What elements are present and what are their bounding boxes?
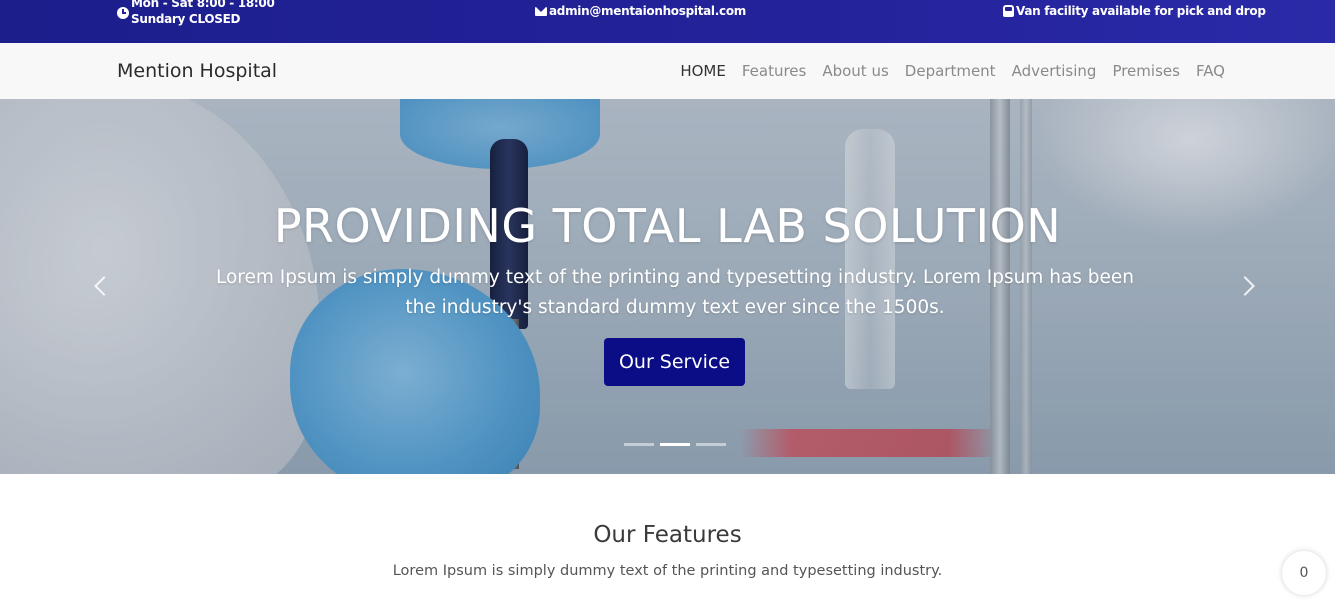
features-subtitle: Lorem Ipsum is simply dummy text of the … [392,563,943,579]
envelope-icon [535,6,547,16]
our-service-button[interactable]: Our Service [604,338,745,386]
nav-item-about-us[interactable]: About us [822,62,888,80]
van-text: Van facility available for pick and drop [1016,4,1266,18]
carousel-indicators [624,443,726,446]
hours-sunday: Sundary CLOSED [131,12,241,26]
hours-weekdays: Mon - Sat 8:00 - 18:00 [131,0,275,10]
email-text[interactable]: admin@mentaionhospital.com [549,4,746,18]
nav-item-features[interactable]: Features [742,62,807,80]
nav-links: HOME Features About us Department Advert… [680,62,1225,80]
van-facility: Van facility available for pick and drop [1003,4,1266,18]
main-navbar: Mention Hospital HOME Features About us … [0,43,1335,99]
counter-badge[interactable]: 0 [1282,551,1326,595]
features-title: Our Features [593,522,742,548]
contact-email[interactable]: admin@mentaionhospital.com [535,4,746,18]
nav-item-home[interactable]: HOME [680,62,726,80]
carousel-indicator-2[interactable] [660,443,690,446]
hero-title: PROVIDING TOTAL LAB SOLUTION [273,199,1062,253]
top-info-bar: Mon - Sat 8:00 - 18:00 Sundary CLOSED ad… [0,0,1335,43]
hero-description: Lorem Ipsum is simply dummy text of the … [215,267,1135,318]
hero-carousel: PROVIDING TOTAL LAB SOLUTION Lorem Ipsum… [0,99,1335,474]
brand-logo[interactable]: Mention Hospital [117,60,277,82]
nav-item-advertising[interactable]: Advertising [1012,62,1097,80]
nav-item-faq[interactable]: FAQ [1196,62,1225,80]
opening-hours: Mon - Sat 8:00 - 18:00 Sundary CLOSED [117,0,275,27]
carousel-indicator-1[interactable] [624,443,654,446]
nav-item-premises[interactable]: Premises [1112,62,1180,80]
carousel-indicator-3[interactable] [696,443,726,446]
nav-item-department[interactable]: Department [905,62,996,80]
clock-icon [117,7,129,19]
bus-icon [1003,5,1014,17]
